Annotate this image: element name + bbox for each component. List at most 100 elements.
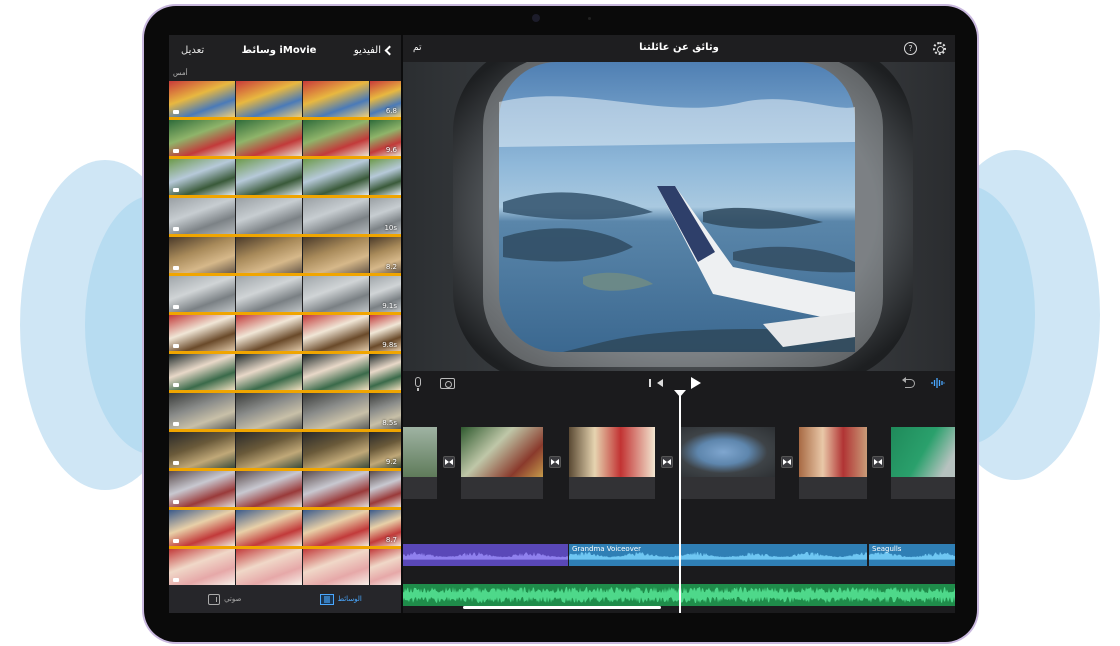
timeline[interactable]: Grandma Voiceover Seagulls bbox=[403, 390, 955, 613]
transition-icon[interactable] bbox=[549, 456, 561, 468]
project-title: وثائق عن عائلتنا bbox=[639, 42, 719, 53]
media-panel-title: وسائط iMovie bbox=[241, 44, 317, 56]
clip-list-item[interactable] bbox=[169, 471, 401, 510]
clip-filmstrip bbox=[169, 81, 401, 117]
clip-frame bbox=[370, 354, 401, 390]
clip-thumbnail bbox=[403, 427, 437, 477]
audio-waveform bbox=[403, 544, 568, 566]
edit-button[interactable]: تعديل bbox=[181, 45, 204, 56]
waveform-icon[interactable] bbox=[931, 377, 945, 389]
media-tab-bar: صوتي الوسائط bbox=[169, 585, 401, 613]
tab-media[interactable]: الوسائط bbox=[319, 593, 362, 605]
audio-track-seagulls[interactable]: Seagulls bbox=[869, 544, 955, 566]
video-viewer[interactable] bbox=[403, 62, 955, 371]
clip-frame bbox=[303, 81, 369, 117]
timeline-clip[interactable] bbox=[403, 427, 437, 499]
audio-track-voiceover[interactable]: Grandma Voiceover bbox=[569, 544, 867, 566]
transition-icon[interactable] bbox=[443, 456, 455, 468]
clip-list-item[interactable]: 8.7 bbox=[169, 510, 401, 549]
clip-list-item[interactable]: 8.5s bbox=[169, 393, 401, 432]
clip-duration: 9.6 bbox=[385, 146, 397, 154]
camera-icon[interactable] bbox=[440, 378, 455, 389]
clip-frame bbox=[236, 393, 302, 429]
clip-thumbnail bbox=[681, 427, 775, 477]
clip-frame bbox=[370, 159, 401, 195]
clip-duration: 8.7 bbox=[385, 536, 397, 544]
clip-list-item[interactable]: 9.2 bbox=[169, 432, 401, 471]
transition-icon[interactable] bbox=[781, 456, 793, 468]
clip-duration: 6.8 bbox=[385, 107, 397, 115]
clip-frame bbox=[236, 81, 302, 117]
clip-frame bbox=[303, 432, 369, 468]
clip-list-item[interactable]: 10s bbox=[169, 198, 401, 237]
clip-frame bbox=[236, 198, 302, 234]
timeline-clip[interactable] bbox=[799, 427, 867, 499]
tab-media-label: الوسائط bbox=[337, 595, 362, 603]
transition-icon[interactable] bbox=[661, 456, 673, 468]
timeline-clip[interactable] bbox=[681, 427, 775, 499]
clip-list-item[interactable]: 9.8s bbox=[169, 315, 401, 354]
sensor-dot bbox=[588, 17, 591, 20]
video-camera-icon bbox=[173, 344, 179, 348]
clip-frame bbox=[236, 549, 302, 585]
clip-filmstrip bbox=[169, 393, 401, 429]
video-camera-icon bbox=[173, 149, 179, 153]
transition-icon[interactable] bbox=[872, 456, 884, 468]
clip-list-item[interactable] bbox=[169, 549, 401, 588]
clip-filmstrip bbox=[169, 471, 401, 507]
clip-frame bbox=[236, 354, 302, 390]
clip-list: 6.8 9.6 10s 8.2 9.1s 9.8s 8.5s 9.2 8.7 bbox=[169, 81, 401, 588]
clip-duration: 9.1s bbox=[382, 302, 397, 310]
ipad-bezel: تعديل وسائط iMovie الفيديو أمس 6.8 9.6 10s… bbox=[144, 6, 977, 642]
tab-audio[interactable]: صوتي bbox=[208, 593, 241, 605]
clip-list-item[interactable]: 8.2 bbox=[169, 237, 401, 276]
play-icon[interactable] bbox=[691, 377, 701, 389]
video-camera-icon bbox=[173, 266, 179, 270]
skip-to-start-icon[interactable] bbox=[649, 379, 663, 387]
microphone-icon[interactable] bbox=[415, 377, 421, 391]
airplane-window-frame bbox=[403, 62, 955, 371]
clip-frame bbox=[303, 198, 369, 234]
clip-thumbnail bbox=[799, 427, 867, 477]
clip-frame bbox=[236, 276, 302, 312]
timeline-clip[interactable] bbox=[891, 427, 955, 499]
video-camera-icon bbox=[173, 383, 179, 387]
clip-duration: 9.8s bbox=[382, 341, 397, 349]
clip-thumbnail bbox=[891, 427, 955, 477]
clip-list-item[interactable] bbox=[169, 354, 401, 393]
project-top-bar: تم وثائق عن عائلتنا ? bbox=[403, 35, 955, 62]
clip-filmstrip bbox=[169, 237, 401, 273]
audio-track-voiceover-start[interactable] bbox=[403, 544, 568, 566]
clip-frame bbox=[236, 432, 302, 468]
gear-icon[interactable] bbox=[933, 42, 946, 55]
clip-list-item[interactable]: 9.6 bbox=[169, 120, 401, 159]
help-icon[interactable]: ? bbox=[904, 42, 917, 55]
undo-icon[interactable] bbox=[902, 377, 915, 388]
video-camera-icon bbox=[173, 461, 179, 465]
clip-frame bbox=[303, 237, 369, 273]
video-camera-icon bbox=[173, 188, 179, 192]
clip-list-item[interactable] bbox=[169, 159, 401, 198]
video-camera-icon bbox=[173, 500, 179, 504]
front-camera bbox=[532, 14, 540, 22]
audio-track-label: Seagulls bbox=[872, 545, 902, 553]
video-camera-icon bbox=[173, 110, 179, 114]
clip-frame bbox=[303, 276, 369, 312]
home-indicator[interactable] bbox=[463, 606, 661, 609]
film-icon bbox=[319, 593, 334, 605]
clip-list-item[interactable]: 6.8 bbox=[169, 81, 401, 120]
clip-filmstrip bbox=[169, 276, 401, 312]
clip-list-item[interactable]: 9.1s bbox=[169, 276, 401, 315]
timeline-clip[interactable] bbox=[569, 427, 655, 499]
back-button[interactable]: الفيديو bbox=[353, 44, 395, 56]
clip-frame bbox=[303, 315, 369, 351]
ipad-frame: تعديل وسائط iMovie الفيديو أمس 6.8 9.6 10s… bbox=[142, 4, 979, 644]
timeline-clip[interactable] bbox=[461, 427, 543, 499]
clip-filmstrip bbox=[169, 354, 401, 390]
media-panel: تعديل وسائط iMovie الفيديو أمس 6.8 9.6 10s… bbox=[169, 35, 401, 613]
clip-frame bbox=[236, 237, 302, 273]
clip-filmstrip bbox=[169, 549, 401, 585]
back-label: الفيديو bbox=[353, 44, 381, 56]
playhead[interactable] bbox=[679, 396, 681, 613]
clip-filmstrip bbox=[169, 198, 401, 234]
